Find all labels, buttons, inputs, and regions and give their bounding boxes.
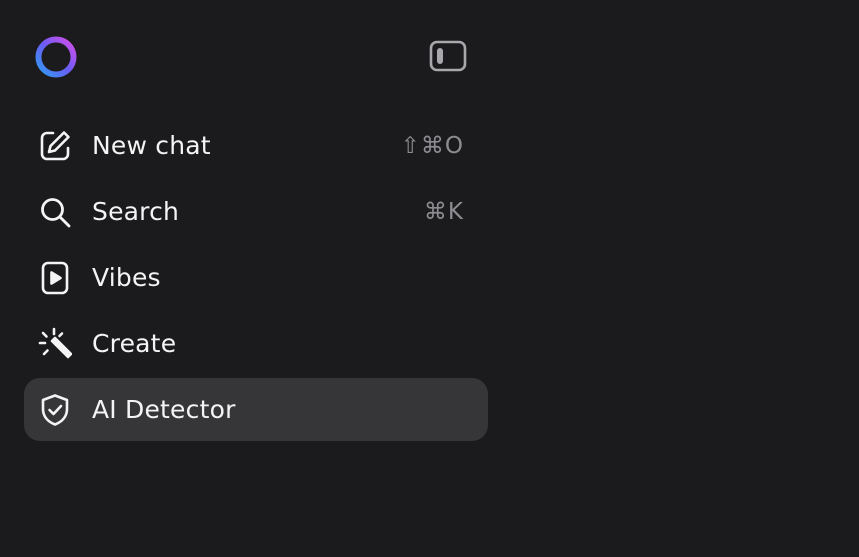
sidebar-toggle-icon [429,40,467,72]
nav-item-label: New chat [92,131,211,160]
nav-item-ai-detector[interactable]: AI Detector [24,378,488,441]
magic-wand-icon [38,327,72,361]
sidebar-nav: New chat ⇧⌘O Search ⌘K Vibes Create AI D… [24,114,488,444]
sidebar: New chat ⇧⌘O Search ⌘K Vibes Create AI D… [0,0,512,557]
nav-item-label: Vibes [92,263,161,292]
keyboard-shortcut: ⇧⌘O [400,132,464,159]
nav-item-label: AI Detector [92,395,236,424]
edit-square-icon [38,129,72,163]
nav-item-create[interactable]: Create [24,312,488,375]
nav-item-label: Search [92,197,180,226]
nav-item-vibes[interactable]: Vibes [24,246,488,309]
play-video-icon [38,261,72,295]
search-icon [38,195,72,229]
nav-item-label: Create [92,329,177,358]
nav-item-search[interactable]: Search ⌘K [24,180,488,243]
nav-item-new-chat[interactable]: New chat ⇧⌘O [24,114,488,177]
shield-check-icon [38,393,72,427]
sidebar-toggle-button[interactable] [426,36,470,76]
keyboard-shortcut: ⌘K [423,198,464,225]
ring-logo-icon[interactable] [33,34,79,80]
